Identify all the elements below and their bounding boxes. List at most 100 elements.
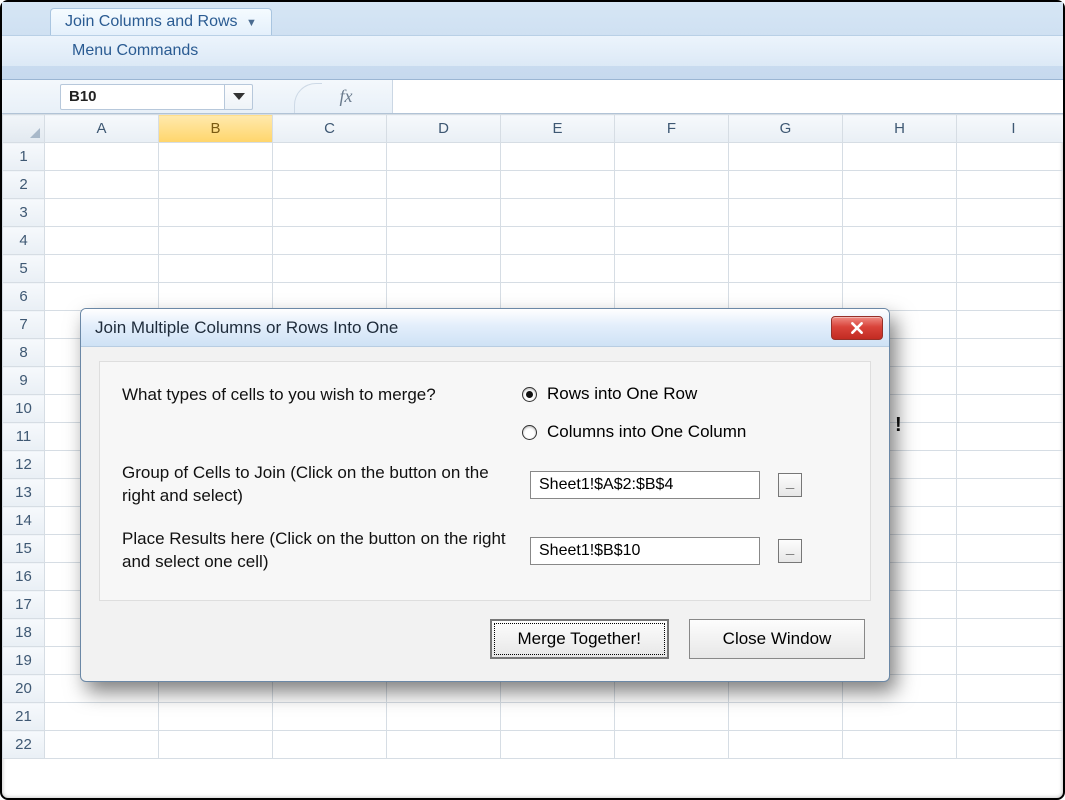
cell-B1[interactable] [159,143,273,171]
cell-D1[interactable] [387,143,501,171]
row-header-3[interactable]: 3 [3,199,45,227]
cell-G22[interactable] [729,731,843,759]
fx-button[interactable]: fx [322,86,371,107]
cell-I19[interactable] [957,647,1064,675]
cell-B2[interactable] [159,171,273,199]
cell-I10[interactable] [957,395,1064,423]
col-header-A[interactable]: A [45,115,159,143]
row-header-6[interactable]: 6 [3,283,45,311]
cell-C5[interactable] [273,255,387,283]
cell-C2[interactable] [273,171,387,199]
row-header-2[interactable]: 2 [3,171,45,199]
row-header-21[interactable]: 21 [3,703,45,731]
cell-I21[interactable] [957,703,1064,731]
cell-I9[interactable] [957,367,1064,395]
row-header-9[interactable]: 9 [3,367,45,395]
cell-H4[interactable] [843,227,957,255]
cell-B5[interactable] [159,255,273,283]
col-header-F[interactable]: F [615,115,729,143]
cell-B6[interactable] [159,283,273,311]
row-header-7[interactable]: 7 [3,311,45,339]
row-header-1[interactable]: 1 [3,143,45,171]
cell-H1[interactable] [843,143,957,171]
cell-I4[interactable] [957,227,1064,255]
row-header-16[interactable]: 16 [3,563,45,591]
cell-G6[interactable] [729,283,843,311]
cell-E2[interactable] [501,171,615,199]
cell-A3[interactable] [45,199,159,227]
cell-I15[interactable] [957,535,1064,563]
row-header-11[interactable]: 11 [3,423,45,451]
cell-D6[interactable] [387,283,501,311]
cell-A5[interactable] [45,255,159,283]
select-all-corner[interactable] [3,115,45,143]
cell-I6[interactable] [957,283,1064,311]
cell-I13[interactable] [957,479,1064,507]
cell-B4[interactable] [159,227,273,255]
cell-E21[interactable] [501,703,615,731]
row-header-5[interactable]: 5 [3,255,45,283]
cell-C6[interactable] [273,283,387,311]
cell-C1[interactable] [273,143,387,171]
col-header-I[interactable]: I [957,115,1064,143]
row-header-20[interactable]: 20 [3,675,45,703]
cell-B3[interactable] [159,199,273,227]
cell-G5[interactable] [729,255,843,283]
col-header-B[interactable]: B [159,115,273,143]
row-header-10[interactable]: 10 [3,395,45,423]
cell-D2[interactable] [387,171,501,199]
cell-I2[interactable] [957,171,1064,199]
cell-I22[interactable] [957,731,1064,759]
row-header-13[interactable]: 13 [3,479,45,507]
cell-G21[interactable] [729,703,843,731]
cell-E4[interactable] [501,227,615,255]
cell-I7[interactable] [957,311,1064,339]
cell-I14[interactable] [957,507,1064,535]
cell-E5[interactable] [501,255,615,283]
cell-D21[interactable] [387,703,501,731]
cell-A4[interactable] [45,227,159,255]
cell-I12[interactable] [957,451,1064,479]
row-header-12[interactable]: 12 [3,451,45,479]
cell-A2[interactable] [45,171,159,199]
name-box-dropdown[interactable] [225,84,253,110]
cell-I16[interactable] [957,563,1064,591]
merge-together-button[interactable]: Merge Together! [490,619,669,659]
cell-I17[interactable] [957,591,1064,619]
cell-I3[interactable] [957,199,1064,227]
col-header-E[interactable]: E [501,115,615,143]
cell-H5[interactable] [843,255,957,283]
col-header-G[interactable]: G [729,115,843,143]
cell-F21[interactable] [615,703,729,731]
cell-H3[interactable] [843,199,957,227]
group-cells-range-button[interactable]: _ [778,473,802,497]
cell-F2[interactable] [615,171,729,199]
cell-D22[interactable] [387,731,501,759]
cell-G1[interactable] [729,143,843,171]
cell-E1[interactable] [501,143,615,171]
cell-I20[interactable] [957,675,1064,703]
cell-A1[interactable] [45,143,159,171]
ribbon-subtab-menu-commands[interactable]: Menu Commands [2,35,1063,66]
cell-F22[interactable] [615,731,729,759]
cell-F4[interactable] [615,227,729,255]
cell-B21[interactable] [159,703,273,731]
cell-D4[interactable] [387,227,501,255]
cell-I8[interactable] [957,339,1064,367]
row-header-8[interactable]: 8 [3,339,45,367]
cell-A22[interactable] [45,731,159,759]
cell-C21[interactable] [273,703,387,731]
cell-G2[interactable] [729,171,843,199]
cell-A6[interactable] [45,283,159,311]
cell-I11[interactable] [957,423,1064,451]
cell-C4[interactable] [273,227,387,255]
name-box[interactable]: B10 [60,84,225,110]
cell-H6[interactable] [843,283,957,311]
row-header-19[interactable]: 19 [3,647,45,675]
formula-input[interactable] [392,80,1063,113]
dialog-titlebar[interactable]: Join Multiple Columns or Rows Into One [81,309,889,347]
close-window-button[interactable]: Close Window [689,619,865,659]
ribbon-tab-join[interactable]: Join Columns and Rows ▼ [50,8,272,35]
cell-H21[interactable] [843,703,957,731]
cell-F6[interactable] [615,283,729,311]
